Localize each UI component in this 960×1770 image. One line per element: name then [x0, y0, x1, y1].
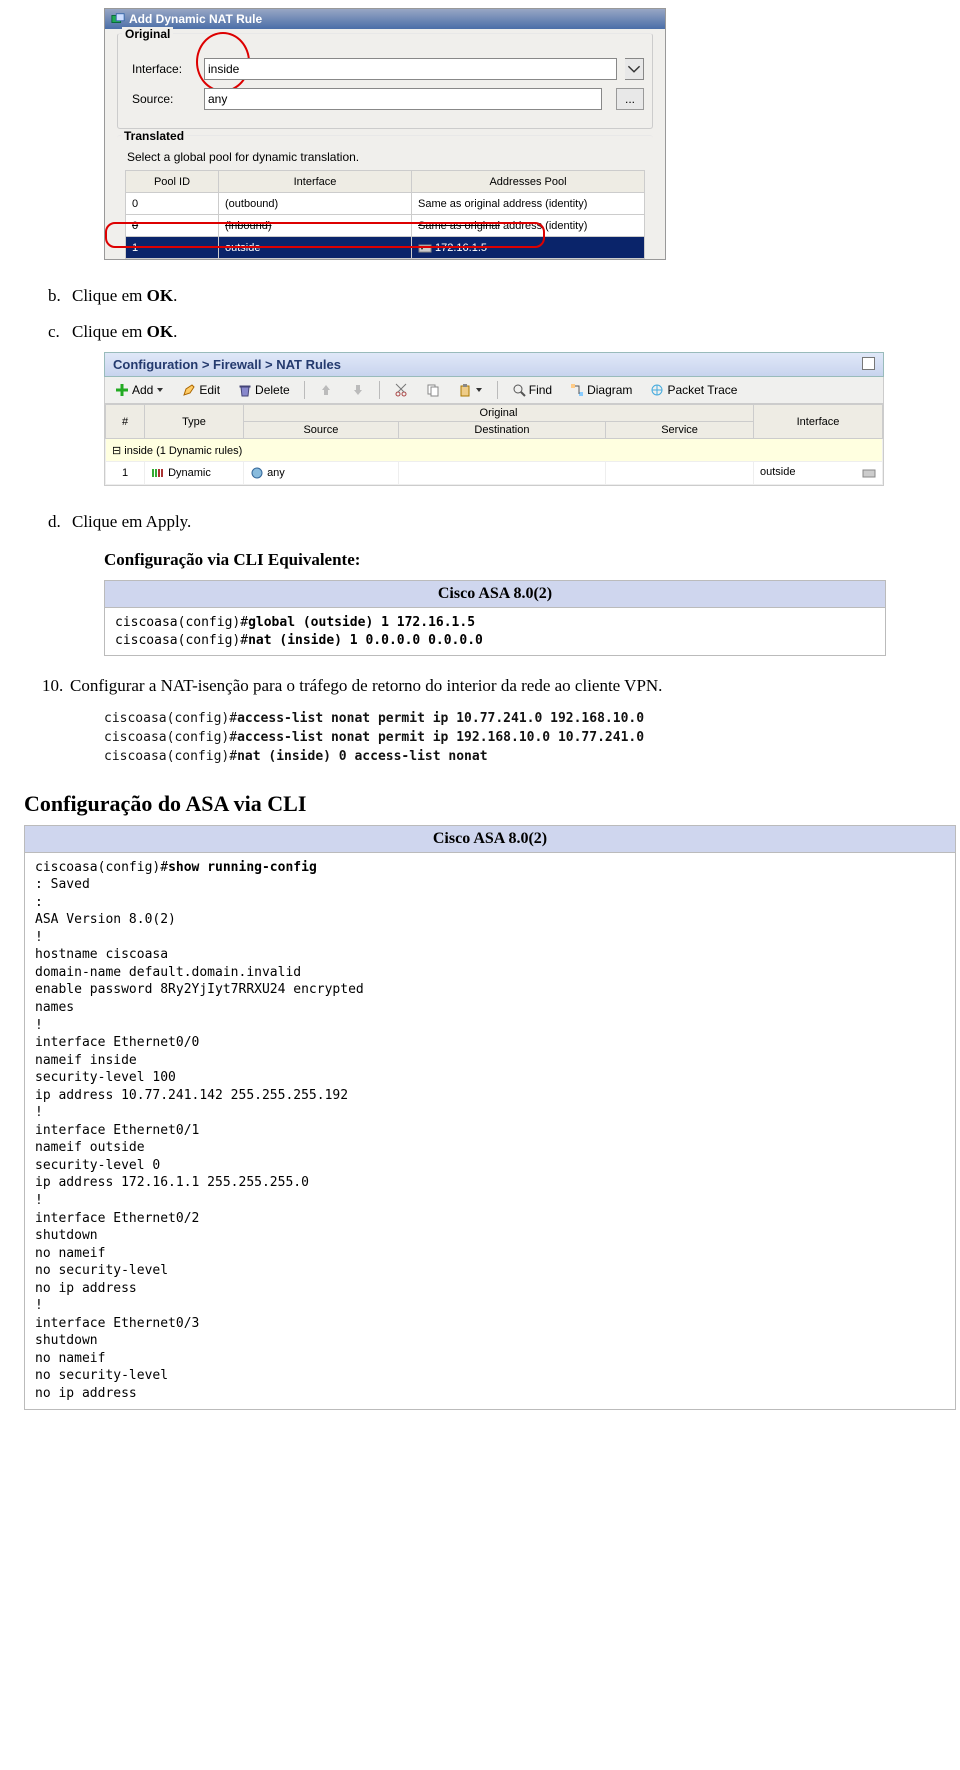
cli-box-content: ciscoasa(config)#global (outside) 1 172.… [105, 608, 885, 655]
server-icon [418, 241, 432, 255]
chevron-down-icon [156, 386, 164, 394]
interface-dropdown[interactable]: inside [204, 58, 617, 80]
packet-icon [650, 383, 664, 397]
dock-icon[interactable] [862, 357, 875, 370]
interface-dropdown-button[interactable] [625, 58, 644, 80]
source-label: Source: [132, 92, 196, 106]
rules-table[interactable]: # Type Original Interface Source Destina… [104, 404, 884, 486]
copy-icon [426, 383, 440, 397]
plus-icon [115, 383, 129, 397]
cli-box2-title: Cisco ASA 8.0(2) [25, 826, 955, 853]
running-config-box: Cisco ASA 8.0(2) ciscoasa(config)#show r… [24, 825, 956, 1410]
search-icon [512, 383, 526, 397]
col-service: Service [606, 422, 754, 439]
server-icon [862, 466, 876, 480]
step-d: d.Clique em Apply. [48, 512, 936, 532]
breadcrumb: Configuration > Firewall > NAT Rules [104, 352, 884, 377]
cut-button[interactable] [390, 381, 412, 399]
arrow-down-icon [351, 383, 365, 397]
cli-box2-content: ciscoasa(config)#show running-config : S… [25, 853, 955, 1409]
cli-box-title: Cisco ASA 8.0(2) [105, 581, 885, 608]
toolbar: Add Edit Delete Find Diagram Packet Trac… [104, 377, 884, 404]
table-group-row[interactable]: ⊟ inside (1 Dynamic rules) [106, 439, 883, 462]
table-row[interactable]: 0 (outbound) Same as original address (i… [126, 193, 645, 215]
table-row[interactable]: 1 Dynamic any outside [106, 462, 883, 485]
paste-button[interactable] [454, 381, 487, 399]
dynamic-icon [151, 466, 165, 480]
app-icon [111, 12, 125, 26]
cli-nat-exemption-block: ciscoasa(config)#access-list nonat permi… [104, 710, 936, 767]
source-input[interactable]: any [204, 88, 602, 110]
chevron-down-icon [627, 62, 641, 76]
col-original: Original [244, 405, 754, 422]
move-down-button[interactable] [347, 381, 369, 399]
any-icon [250, 466, 264, 480]
interface-label: Interface: [132, 62, 196, 76]
cli-equivalent-heading: Configuração via CLI Equivalente: [104, 550, 936, 570]
col-num: # [106, 405, 145, 439]
add-button[interactable]: Add [111, 381, 168, 399]
copy-button[interactable] [422, 381, 444, 399]
step-b: b.Clique em OK. [48, 286, 936, 306]
interface-value: inside [208, 62, 239, 76]
step-10: 10.Configurar a NAT-isenção para o tráfe… [42, 676, 936, 696]
col-interface: Interface [219, 171, 412, 193]
move-up-button[interactable] [315, 381, 337, 399]
section-heading: Configuração do ASA via CLI [24, 791, 936, 817]
arrow-up-icon [319, 383, 333, 397]
diagram-icon [570, 383, 584, 397]
edit-button[interactable]: Edit [178, 381, 224, 399]
table-row[interactable]: 0 (inbound) Same as original address (id… [126, 215, 645, 237]
table-row-selected[interactable]: 1 outside 172.16.1.5 [126, 237, 645, 259]
paste-icon [458, 383, 472, 397]
source-browse-button[interactable]: ... [616, 88, 644, 110]
packet-trace-button[interactable]: Packet Trace [646, 381, 741, 399]
add-dynamic-nat-rule-dialog: Add Dynamic NAT Rule Original Interface:… [104, 8, 666, 260]
translated-legend: Translated [121, 129, 187, 143]
source-value: any [208, 92, 227, 106]
global-pool-table[interactable]: Pool ID Interface Addresses Pool 0 (outb… [125, 170, 645, 259]
cli-equivalent-box: Cisco ASA 8.0(2) ciscoasa(config)#global… [104, 580, 886, 656]
col-addresses: Addresses Pool [412, 171, 645, 193]
trash-icon [238, 383, 252, 397]
dialog-title: Add Dynamic NAT Rule [129, 12, 262, 26]
pencil-icon [182, 383, 196, 397]
chevron-down-icon [475, 386, 483, 394]
nat-rules-panel: Configuration > Firewall > NAT Rules Add… [104, 352, 884, 486]
delete-button[interactable]: Delete [234, 381, 294, 399]
col-pool-id: Pool ID [126, 171, 219, 193]
step-c: c.Clique em OK. [48, 322, 936, 342]
col-interface: Interface [754, 405, 883, 439]
col-destination: Destination [398, 422, 605, 439]
col-type: Type [145, 405, 244, 439]
find-button[interactable]: Find [508, 381, 556, 399]
diagram-button[interactable]: Diagram [566, 381, 636, 399]
dialog-titlebar: Add Dynamic NAT Rule [105, 9, 665, 29]
original-legend: Original [122, 27, 173, 41]
scissors-icon [394, 383, 408, 397]
col-source: Source [244, 422, 399, 439]
translated-description: Select a global pool for dynamic transla… [127, 150, 645, 164]
